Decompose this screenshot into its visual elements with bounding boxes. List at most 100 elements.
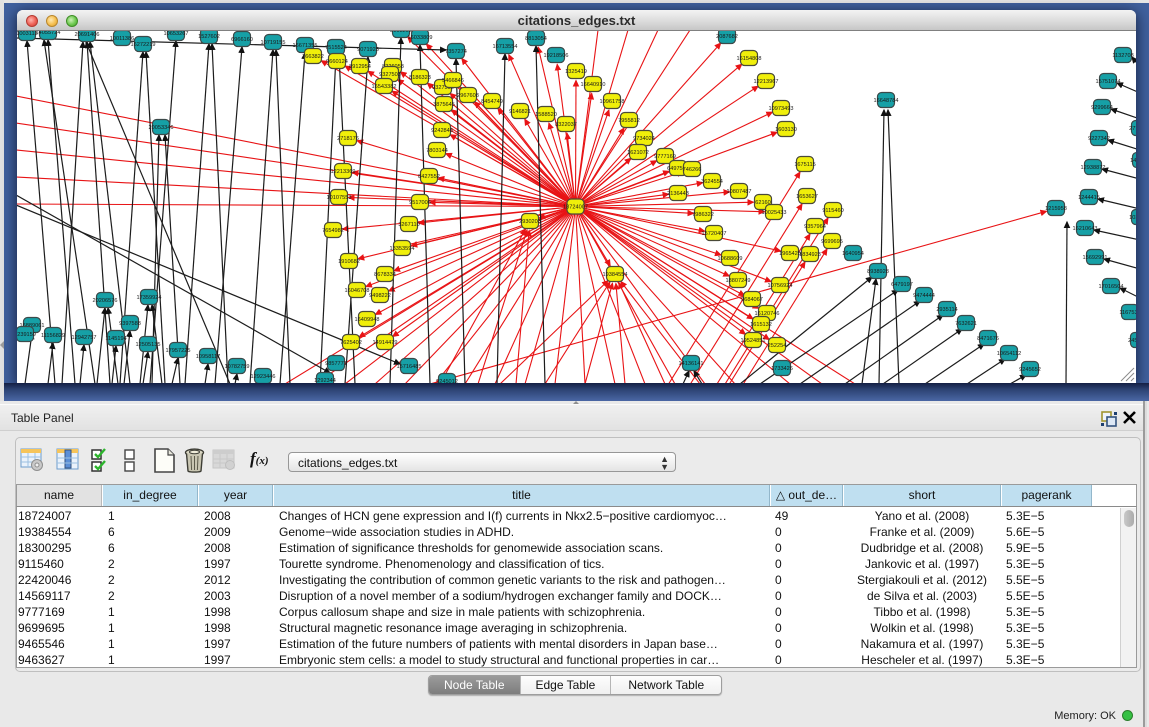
svg-text:8454749: 8454749 [481, 99, 503, 105]
svg-text:1603130: 1603130 [775, 127, 797, 133]
svg-text:16543382: 16543382 [372, 84, 397, 90]
svg-text:1653627: 1653627 [796, 194, 818, 200]
svg-text:10688609: 10688609 [718, 256, 743, 262]
svg-text:1675115: 1675115 [794, 162, 815, 168]
svg-text:10107553: 10107553 [327, 195, 352, 201]
svg-text:10782759: 10782759 [225, 364, 250, 370]
svg-text:12505135: 12505135 [136, 342, 161, 348]
svg-text:14914479: 14914479 [373, 340, 398, 346]
svg-text:16046708: 16046708 [345, 288, 370, 294]
svg-text:8678334: 8678334 [374, 272, 396, 278]
svg-text:17957225: 17957225 [166, 348, 191, 354]
svg-text:9299664: 9299664 [1091, 105, 1113, 111]
svg-text:2450122: 2450122 [1128, 338, 1136, 344]
svg-text:8813054: 8813054 [525, 36, 547, 42]
svg-text:8427552: 8427552 [418, 174, 440, 180]
svg-text:15751074: 15751074 [1096, 79, 1121, 85]
svg-text:7955812: 7955812 [618, 118, 640, 124]
svg-text:3267110: 3267110 [398, 222, 419, 228]
svg-text:1965425: 1965425 [779, 251, 801, 257]
svg-text:2087682: 2087682 [716, 34, 738, 40]
svg-text:9498222: 9498222 [369, 293, 391, 299]
svg-text:7663822: 7663822 [302, 54, 324, 60]
svg-text:20206576: 20206576 [93, 298, 118, 304]
svg-text:1588520: 1588520 [535, 112, 557, 118]
svg-text:9239159: 9239159 [17, 332, 36, 338]
svg-text:1215958: 1215958 [1045, 206, 1067, 212]
svg-text:12938872: 12938872 [1081, 165, 1106, 171]
svg-text:10653267: 10653267 [164, 31, 189, 37]
svg-text:9146821: 9146821 [509, 109, 531, 115]
svg-text:20691406: 20691406 [75, 32, 100, 38]
svg-text:1615132: 1615132 [750, 322, 772, 328]
svg-text:16033809: 16033809 [408, 35, 433, 41]
svg-text:1910682: 1910682 [338, 259, 360, 265]
svg-text:12923446: 12923446 [251, 374, 276, 380]
svg-text:9777169: 9777169 [654, 154, 676, 160]
svg-text:10719155: 10719155 [261, 40, 286, 46]
svg-text:1145194: 1145194 [105, 336, 126, 342]
svg-text:252254: 252254 [768, 343, 787, 349]
svg-text:12213967: 12213967 [754, 79, 779, 85]
svg-text:12942757: 12942757 [72, 335, 97, 341]
svg-text:1325419: 1325419 [565, 69, 587, 75]
svg-text:2193203: 2193203 [390, 31, 412, 34]
svg-text:17016504: 17016504 [1099, 284, 1124, 290]
svg-text:3875645: 3875645 [433, 102, 455, 108]
svg-text:7357274: 7357274 [445, 49, 467, 55]
svg-text:12213369: 12213369 [331, 169, 356, 175]
svg-text:9684067: 9684067 [741, 297, 763, 303]
svg-text:19384554: 19384554 [603, 272, 628, 278]
svg-text:19524851: 19524851 [741, 338, 766, 344]
svg-text:20053346: 20053346 [149, 125, 174, 131]
svg-text:7632621: 7632621 [955, 321, 977, 327]
svg-text:13353594: 13353594 [390, 246, 415, 252]
svg-text:7654982: 7654982 [322, 228, 344, 234]
svg-text:9397588: 9397588 [119, 321, 141, 327]
svg-text:8912954: 8912954 [349, 64, 371, 70]
svg-text:16409948: 16409948 [355, 317, 380, 323]
svg-text:7625402: 7625402 [340, 340, 362, 346]
svg-text:10654112: 10654112 [997, 351, 1021, 357]
svg-text:5466846: 5466846 [442, 78, 464, 84]
svg-text:2930203: 2930203 [519, 219, 541, 225]
svg-text:19218506: 19218506 [544, 53, 569, 59]
svg-text:6966160: 6966160 [231, 37, 253, 43]
svg-text:8186323: 8186323 [409, 75, 431, 81]
svg-text:7515524: 7515524 [325, 45, 347, 51]
svg-text:746266: 746266 [683, 167, 702, 173]
svg-text:2774105: 2774105 [1129, 126, 1136, 132]
svg-text:15692991: 15692991 [1083, 255, 1108, 261]
svg-text:14055724: 14055724 [36, 31, 61, 36]
svg-text:16154808: 16154808 [737, 56, 762, 62]
svg-text:1244415: 1244415 [1078, 195, 1100, 201]
svg-text:9699695: 9699695 [821, 239, 843, 245]
svg-text:7803144: 7803144 [426, 148, 448, 154]
svg-text:1167530: 1167530 [1119, 310, 1136, 316]
svg-text:6479197: 6479197 [891, 282, 913, 288]
svg-text:8322037: 8322037 [555, 122, 577, 128]
svg-text:1733426: 1733426 [771, 366, 793, 372]
svg-text:1527602: 1527602 [198, 34, 220, 40]
svg-text:10756924: 10756924 [768, 283, 793, 289]
svg-text:1834923: 1834923 [799, 252, 821, 258]
svg-text:8938928: 8938928 [867, 269, 889, 275]
svg-text:9245652: 9245652 [1019, 367, 1041, 373]
svg-text:2967608: 2967608 [457, 93, 479, 99]
svg-text:18807249: 18807249 [726, 278, 751, 284]
svg-text:14136141: 14136141 [679, 361, 704, 367]
svg-text:8471676: 8471676 [977, 336, 999, 342]
svg-text:9071925: 9071925 [357, 47, 379, 53]
svg-text:9857771: 9857771 [325, 361, 347, 367]
svg-text:9242848: 9242848 [431, 128, 453, 134]
svg-text:9660124: 9660124 [326, 59, 348, 65]
svg-text:10961758: 10961758 [600, 99, 625, 105]
svg-text:1034592: 1034592 [1129, 215, 1136, 221]
svg-text:16713554: 16713554 [493, 44, 518, 50]
svg-text:1621072: 1621072 [627, 150, 649, 156]
svg-text:15720407: 15720407 [702, 231, 727, 237]
svg-text:9734024: 9734024 [633, 136, 655, 142]
svg-text:11156829: 11156829 [41, 333, 65, 339]
svg-text:9227342: 9227342 [1088, 136, 1110, 142]
svg-text:2136443: 2136443 [667, 191, 689, 197]
